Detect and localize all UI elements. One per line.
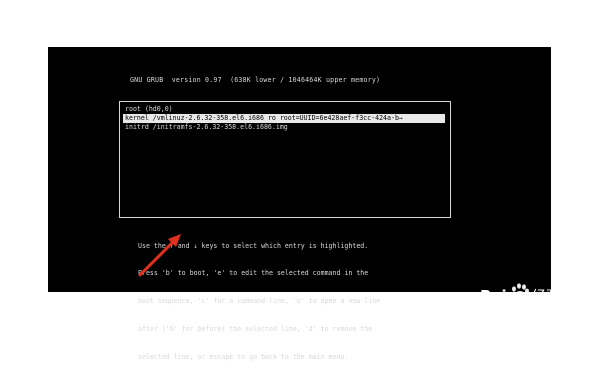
grub-screen: GNU GRUB version 0.97 (638K lower / 1046… [48,47,564,361]
help-line: Press 'b' to boot, 'e' to edit the selec… [138,269,369,278]
boot-entry-list: root (hd0,0) kernel /vmlinuz-2.6.32-358.… [119,101,451,218]
watermark-url: jingyan.baidu.com [486,313,565,323]
help-line: after ('O' for before) the selected line… [138,325,373,334]
help-line: boot sequence, 'c' for a command-line, '… [138,297,381,306]
boot-entry-initrd[interactable]: initrd /initramfs-2.6.32-358.el6.i686.im… [123,123,445,132]
help-line: selected line, or escape to go back to t… [138,353,349,362]
boot-entry-root[interactable]: root (hd0,0) [123,105,445,114]
help-line: Use the ↑ and ↓ keys to select which ent… [138,241,369,250]
baidu-watermark: Bai 经验 jingyan.baidu.com [480,279,572,331]
baidu-paw-icon: Bai 经验 [480,283,560,305]
svg-text:经验: 经验 [532,289,560,305]
help-text: Use the ↑ and ↓ keys to select which ent… [138,223,380,381]
boot-entry-kernel-selected[interactable]: kernel /vmlinuz-2.6.32-358.el6.i686 ro r… [123,114,445,123]
grub-version-line: GNU GRUB version 0.97 (638K lower / 1046… [130,76,381,84]
svg-text:Bai: Bai [480,287,507,305]
